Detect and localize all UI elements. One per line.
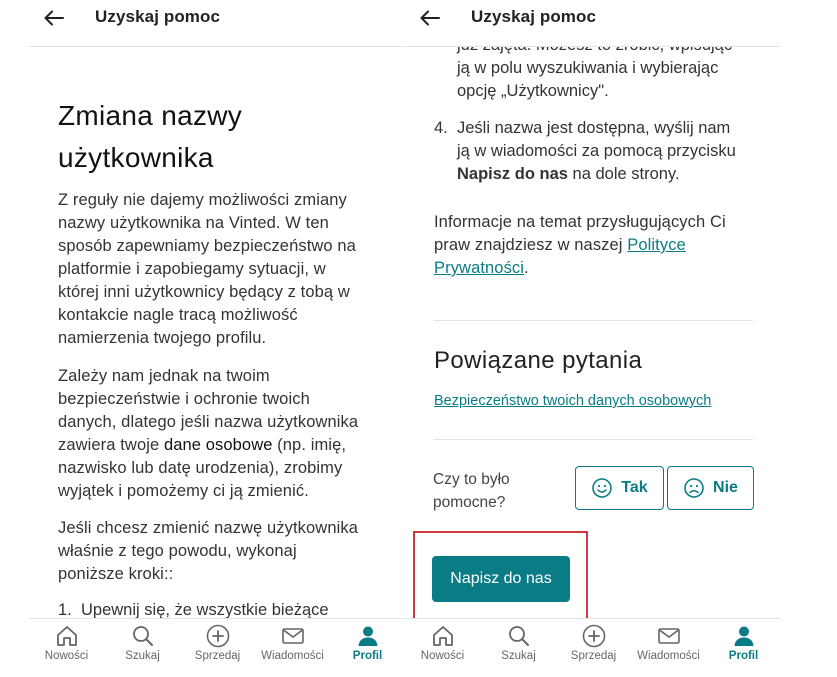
- article-title: Zmiana nazwy użytkownika: [58, 100, 243, 173]
- privacy-policy-link[interactable]: Polityce: [627, 236, 686, 254]
- nav-item-profil[interactable]: Profil: [330, 623, 404, 662]
- bottom-nav: Nowości Szukaj Sprzedaj Wiadomości Profi…: [405, 618, 780, 677]
- helpful-question: Czy to było pomocne?: [433, 471, 510, 511]
- header-bar: Uzyskaj pomoc: [405, 0, 780, 47]
- nav-item-profil[interactable]: Profil: [706, 623, 780, 662]
- bottom-nav: Nowości Szukaj Sprzedaj Wiadomości Profi…: [29, 618, 404, 677]
- back-arrow-icon: [44, 10, 64, 26]
- divider: [434, 439, 753, 440]
- search-icon: [132, 626, 153, 646]
- related-link-personal-data[interactable]: Bezpieczeństwo twoich danych osobowych: [434, 393, 711, 409]
- smile-icon: [592, 478, 613, 498]
- person-icon: [734, 626, 753, 646]
- nav-item-szukaj[interactable]: Szukaj: [481, 623, 556, 662]
- back-arrow-icon: [420, 10, 440, 26]
- helpful-yes-button[interactable]: Tak: [575, 466, 664, 510]
- related-questions-title: Powiązane pytania: [434, 347, 643, 374]
- search-icon: [508, 626, 529, 646]
- write-to-us-button[interactable]: Napisz do nas: [432, 556, 570, 602]
- left-screen: Uzyskaj pomoc Zmiana nazwy użytkownika Z…: [29, 0, 404, 677]
- bold-write-to-us: Napisz do nas: [457, 165, 568, 183]
- paragraph-2: Zależy nam jednak na twoim bezpieczeństw…: [58, 367, 359, 500]
- nav-item-szukaj[interactable]: Szukaj: [105, 623, 180, 662]
- divider: [434, 320, 753, 321]
- paragraph-3: Jeśli chcesz zmienić nazwę użytkownika w…: [58, 519, 358, 583]
- helpful-no-button[interactable]: Nie: [667, 466, 754, 510]
- person-icon: [358, 626, 377, 646]
- nav-item-wiadomosci[interactable]: Wiadomości: [255, 623, 330, 662]
- home-icon: [432, 626, 453, 646]
- bold-personal-data: dane osobowe: [163, 436, 273, 454]
- plus-circle-icon: [582, 624, 605, 648]
- nav-item-sprzedaj[interactable]: Sprzedaj: [556, 623, 631, 662]
- home-icon: [56, 626, 77, 646]
- article-content: już zajęta. Możesz to zrobić, wpisując j…: [405, 47, 780, 619]
- right-screen: Uzyskaj pomoc już zajęta. Możesz to zrob…: [405, 0, 780, 677]
- privacy-policy-link-cont[interactable]: Prywatności: [434, 259, 524, 277]
- mail-icon: [281, 628, 304, 644]
- paragraph-1: Z reguły nie dajemy możliwości zmiany na…: [58, 191, 356, 347]
- article-content: Zmiana nazwy użytkownika Z reguły nie da…: [29, 47, 404, 619]
- privacy-info: Informacje na temat przysługujących Ci p…: [434, 213, 726, 277]
- mail-icon: [657, 628, 680, 644]
- nav-item-sprzedaj[interactable]: Sprzedaj: [180, 623, 255, 662]
- header-title: Uzyskaj pomoc: [471, 7, 597, 26]
- nav-item-nowosci[interactable]: Nowości: [29, 623, 104, 662]
- frown-icon: [684, 478, 704, 498]
- header-bar: Uzyskaj pomoc: [29, 0, 404, 47]
- back-button[interactable]: [39, 5, 69, 31]
- header-title: Uzyskaj pomoc: [95, 7, 221, 26]
- nav-item-nowosci[interactable]: Nowości: [405, 623, 480, 662]
- nav-item-wiadomosci[interactable]: Wiadomości: [631, 623, 706, 662]
- plus-circle-icon: [206, 624, 229, 648]
- back-button[interactable]: [415, 5, 445, 31]
